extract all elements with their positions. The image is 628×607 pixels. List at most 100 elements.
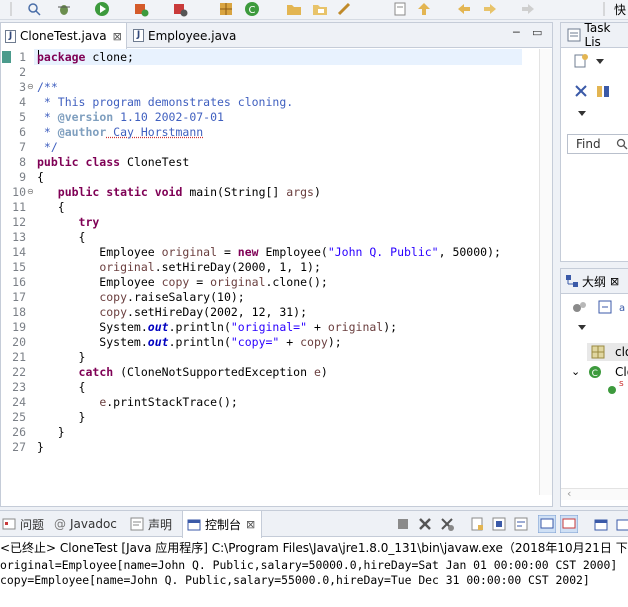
open-console-icon[interactable] [594, 517, 608, 531]
clear-console-icon[interactable] [470, 517, 484, 531]
line-number: 2 [19, 65, 26, 79]
pin-console-icon[interactable] [538, 515, 556, 533]
svg-text:a: a [619, 303, 625, 314]
code-token: { [37, 380, 86, 394]
tab-clonetest-java[interactable]: J CloneTest.java ⊠ [1, 23, 127, 49]
forward-icon[interactable] [482, 1, 500, 17]
back-icon[interactable] [456, 1, 474, 17]
code-token: * [37, 110, 58, 124]
chevron-down-icon[interactable] [595, 57, 605, 65]
new-package-icon[interactable] [218, 1, 234, 17]
code-line: */ [37, 140, 58, 155]
code-token: "John Q. Public" [327, 245, 439, 259]
scroll-lock-icon[interactable] [492, 517, 506, 531]
open-file-icon[interactable] [312, 1, 330, 17]
code-token: .setHireDay(2000, 1, 1); [154, 260, 321, 274]
word-wrap-icon[interactable] [514, 517, 528, 531]
minimize-icon[interactable]: ─ [513, 26, 520, 39]
code-token: System. [37, 320, 148, 334]
svg-text:C: C [592, 369, 598, 379]
code-area[interactable]: 1 2 3 ⊖ 4 5 6 7 8 9 10 ⊖ 11 12 13 14 15 16 17 18 19 20 21 22 23 2… [1, 49, 552, 495]
remove-all-icon[interactable] [440, 517, 454, 531]
task-list-panel: Task Lis Find [560, 21, 628, 262]
console-icon [187, 519, 201, 530]
fold-toggle-icon[interactable]: ⊖ [27, 82, 34, 91]
stop-icon[interactable] [396, 517, 410, 531]
tab-label: Employee.java [148, 28, 237, 43]
code-token: + [279, 335, 301, 349]
navigate-icon[interactable] [520, 1, 538, 17]
tab-employee-java[interactable]: J Employee.java [129, 23, 249, 48]
tab-console[interactable]: 控制台 ⊠ [182, 511, 262, 538]
run-config-icon[interactable] [133, 1, 151, 17]
code-token: original [210, 275, 266, 289]
remove-launch-icon[interactable] [418, 517, 432, 531]
hide-fields-icon[interactable] [571, 299, 589, 315]
code-token: out [147, 335, 169, 349]
line-number: 5 [19, 110, 26, 124]
console-tabbar: 问题 @ Javadoc 声明 控制台 ⊠ [0, 511, 628, 538]
scroll-left-icon[interactable]: ‹ [567, 487, 571, 500]
display-selected-console-icon[interactable] [560, 515, 578, 533]
outline-scrollbar[interactable]: ‹ [561, 487, 628, 500]
open-folder-icon[interactable] [286, 1, 304, 17]
line-number: 16 [12, 275, 26, 289]
outline-title: 大纲 [582, 274, 607, 289]
maximize-icon[interactable]: ▭ [532, 26, 542, 39]
next-annotation-icon[interactable] [416, 1, 434, 17]
fold-toggle-icon[interactable]: ⊖ [27, 187, 34, 196]
debug-icon[interactable] [56, 1, 72, 17]
tab-problems[interactable]: 问题 [0, 511, 48, 537]
java-file-icon: J [5, 29, 16, 43]
annotation-icon[interactable] [392, 1, 408, 17]
external-tools-icon[interactable] [172, 1, 190, 17]
code-token: Employee( [258, 245, 328, 259]
chevron-down-icon[interactable] [577, 323, 587, 331]
code-line: try [37, 215, 100, 230]
toolbar-separator-icon [603, 2, 605, 16]
filter-icon[interactable] [595, 83, 613, 99]
task-list-header[interactable]: Task Lis [561, 21, 628, 49]
search-tool-icon[interactable] [26, 1, 42, 17]
chevron-down-icon[interactable] [577, 109, 587, 117]
new-task-icon[interactable] [573, 53, 591, 69]
line-number: 24 [12, 395, 26, 409]
outline-item-static[interactable]: s [619, 379, 624, 389]
code-token: copy [300, 335, 328, 349]
console-panel: 问题 @ Javadoc 声明 控制台 ⊠ <已终止> CloneTest [J… [0, 510, 628, 607]
sort-icon[interactable]: a [619, 299, 628, 315]
edit-icon[interactable] [336, 1, 354, 17]
line-number: 23 [12, 380, 26, 394]
close-icon[interactable]: ⊠ [113, 30, 122, 43]
run-icon[interactable] [94, 1, 112, 17]
code-token: ) [313, 185, 321, 199]
code-token: .clone(); [265, 275, 328, 289]
line-number: 17 [12, 290, 26, 304]
close-icon[interactable]: ⊠ [246, 518, 255, 531]
outline-item-package[interactable]: clo [587, 343, 628, 361]
code-token: } [37, 350, 86, 364]
line-number: 25 [12, 410, 26, 424]
tab-declaration[interactable]: 声明 [130, 511, 178, 537]
collapse-all-icon[interactable] [597, 299, 613, 315]
code-editor: J CloneTest.java ⊠ J Employee.java ─ ▭ 1… [0, 22, 553, 507]
close-icon[interactable]: ⊠ [610, 275, 619, 288]
line-number: 19 [12, 320, 26, 334]
code-token: , 50000); [438, 245, 501, 259]
new-class-icon[interactable]: C [244, 1, 262, 17]
tab-javadoc[interactable]: @ Javadoc [54, 511, 124, 537]
outline-header[interactable]: 大纲 ⊠ [561, 269, 628, 294]
chevron-down-icon[interactable]: ⌄ [571, 365, 580, 378]
outline-item-class[interactable]: Clo [615, 365, 628, 379]
delete-task-icon[interactable] [573, 83, 589, 99]
code-line: public static void main(String[] args) [37, 185, 321, 200]
code-token: { [37, 170, 44, 184]
find-input[interactable]: Find [567, 134, 628, 154]
code-token: * This program demonstrates cloning. [37, 95, 294, 109]
quick-access-label[interactable]: 快 [614, 1, 626, 18]
console-header: <已终止> CloneTest [Java 应用程序] C:\Program F… [0, 541, 628, 555]
overview-ruler-right[interactable] [539, 49, 552, 495]
code-token: } [37, 425, 65, 439]
console-menu-icon[interactable] [616, 517, 628, 531]
